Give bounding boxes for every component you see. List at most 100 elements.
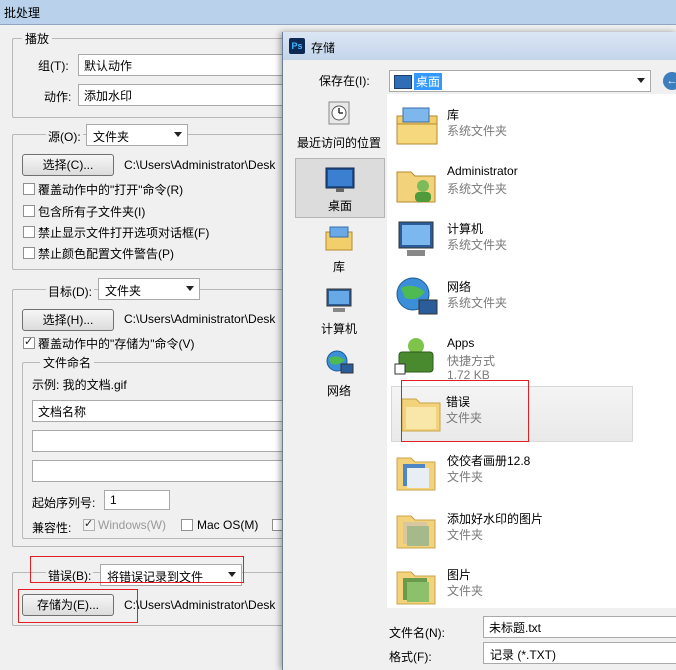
action-select[interactable]: 添加水印 (78, 84, 308, 106)
list-item[interactable]: 添加好水印的图片 文件夹 (387, 504, 676, 560)
list-item[interactable]: 图片 文件夹 (387, 560, 676, 616)
computer-icon (398, 221, 434, 256)
errors-path: C:\Users\Administrator\Desk (124, 598, 276, 612)
item-name: 图片 (447, 568, 472, 582)
place-recent[interactable]: 最近访问的位置 (295, 98, 383, 154)
override-open-checkbox[interactable] (23, 183, 35, 195)
places-bar: 最近访问的位置 桌面 库 计算机 网络 (293, 94, 385, 594)
item-type: 系统文件夹 (447, 296, 508, 310)
source-choose-button[interactable]: 选择(C)... (22, 154, 114, 176)
list-item[interactable]: 网络 系统文件夹 (387, 272, 676, 328)
file-list: 库 系统文件夹 Administrator 系统文件夹 计算机 系统文件夹 网络… (387, 94, 676, 608)
network-icon (326, 350, 354, 374)
destination-select-value: 文件夹 (105, 284, 142, 298)
destination-select[interactable]: 文件夹 (98, 278, 200, 300)
computer-icon (326, 288, 352, 312)
library-icon (396, 107, 438, 145)
user-folder-icon (396, 171, 436, 203)
chevron-down-icon (637, 78, 645, 83)
source-path: C:\Users\Administrator\Desk (124, 158, 276, 172)
play-group (12, 38, 314, 118)
suppress-color-warning-checkbox[interactable] (23, 247, 35, 259)
compat-windows-label: Windows(W) (98, 518, 166, 532)
item-name: 计算机 (447, 222, 484, 236)
apps-shortcut-icon (394, 338, 434, 375)
place-desktop-label: 桌面 (327, 199, 352, 213)
save-dialog: Ps 存储 保存在(I): 桌面 ← 最近访问的位置 桌面 库 计算机 网络 库… (282, 32, 676, 670)
format-label: 格式(F): (389, 650, 432, 664)
source-select[interactable]: 文件夹 (86, 124, 188, 146)
save-title: 存储 (311, 41, 336, 55)
item-type: 系统文件夹 (447, 124, 508, 138)
back-icon[interactable]: ← (663, 72, 676, 90)
save-title-bar: Ps 存储 (283, 32, 676, 60)
suppress-open-dialog-checkbox[interactable] (23, 226, 35, 238)
compat-mac-checkbox[interactable] (181, 519, 193, 531)
naming-field-2[interactable] (32, 430, 292, 452)
place-network-label: 网络 (326, 384, 351, 398)
list-item[interactable]: Apps 快捷方式 1.72 KB (387, 330, 676, 386)
naming-field-1[interactable]: 文档名称 (32, 400, 292, 422)
save-in-label: 保存在(I): (319, 74, 370, 88)
library-icon (325, 226, 353, 251)
chevron-down-icon (174, 132, 182, 137)
action-label: 动作: (44, 90, 72, 104)
override-save-as-label: 覆盖动作中的"存储为"命令(V) (38, 337, 195, 351)
compat-mac-label: Mac OS(M) (197, 518, 259, 532)
errors-highlight-box (30, 556, 244, 583)
item-type: 系统文件夹 (447, 238, 508, 252)
override-save-as-checkbox[interactable] (23, 335, 35, 349)
item-name: Administrator (447, 164, 518, 178)
item-type: 文件夹 (447, 584, 484, 598)
folder-icon (396, 457, 436, 491)
list-item[interactable]: 计算机 系统文件夹 (387, 214, 676, 270)
source-label: 源(O): (46, 128, 83, 145)
network-icon (396, 277, 438, 315)
save-in-value: 桌面 (414, 73, 443, 90)
serial-label: 起始序列号: (32, 496, 96, 510)
file-naming-legend: 文件命名 (40, 354, 95, 371)
photoshop-icon: Ps (289, 38, 305, 54)
place-computer[interactable]: 计算机 (295, 286, 383, 338)
destination-path: C:\Users\Administrator\Desk (124, 312, 276, 326)
list-item[interactable]: 库 系统文件夹 (387, 100, 676, 156)
save-in-select[interactable]: 桌面 (389, 70, 651, 92)
include-subfolders-checkbox[interactable] (23, 205, 35, 217)
list-item[interactable]: Administrator 系统文件夹 (387, 158, 676, 214)
folder-icon (396, 571, 436, 605)
place-network[interactable]: 网络 (295, 348, 383, 400)
chevron-down-icon (186, 286, 194, 291)
include-subfolders-label: 包含所有子文件夹(I) (38, 205, 146, 219)
item-name: 添加好水印的图片 (447, 512, 544, 526)
place-desktop[interactable]: 桌面 (295, 158, 385, 218)
item-type: 系统文件夹 (447, 182, 508, 196)
batch-title: 批处理 (4, 6, 41, 20)
override-open-label: 覆盖动作中的"打开"命令(R) (38, 183, 184, 197)
suppress-open-dialog-label: 禁止显示文件打开选项对话框(F) (38, 226, 210, 240)
save-as-highlight-box (18, 589, 138, 623)
place-library-label: 库 (332, 260, 345, 274)
item-name: 网络 (447, 280, 472, 294)
naming-field-3[interactable] (32, 460, 292, 482)
play-legend: 播放 (22, 30, 53, 47)
compat-windows-checkbox[interactable] (83, 517, 95, 531)
batch-title-bar: 批处理 (0, 0, 676, 25)
group-select[interactable]: 默认动作 (78, 54, 308, 76)
compat-label: 兼容性: (32, 521, 72, 535)
filename-label: 文件名(N): (389, 626, 445, 640)
list-item[interactable]: 佼佼者画册12.8 文件夹 (387, 446, 676, 502)
item-type: 文件夹 (447, 470, 484, 484)
item-type: 快捷方式 (447, 354, 496, 368)
filename-input[interactable]: 未标题.txt (483, 616, 676, 638)
source-select-value: 文件夹 (93, 130, 130, 144)
naming-example: 示例: 我的文档.gif (32, 378, 127, 392)
serial-input[interactable]: 1 (104, 490, 170, 510)
desktop-icon (325, 167, 355, 192)
item-name: Apps (447, 336, 475, 350)
item-name: 库 (447, 108, 460, 122)
place-library[interactable]: 库 (295, 224, 383, 276)
format-select[interactable]: 记录 (*.TXT) (483, 642, 676, 664)
item-type: 文件夹 (447, 528, 484, 542)
destination-choose-button[interactable]: 选择(H)... (22, 309, 114, 331)
group-label: 组(T): (38, 59, 69, 73)
